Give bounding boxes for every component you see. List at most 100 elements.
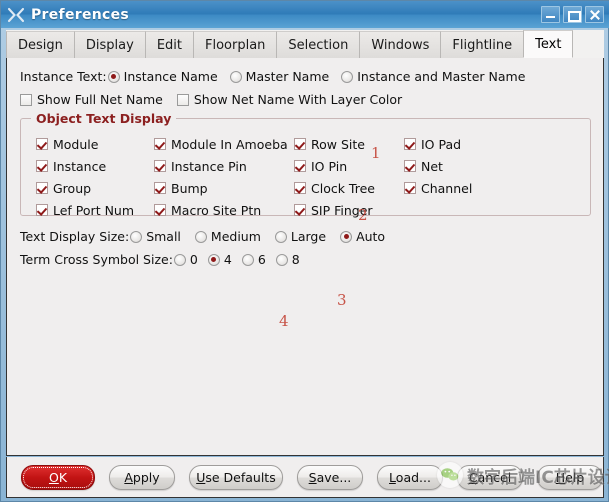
tab-display[interactable]: Display: [73, 31, 146, 58]
checkbox-label: Macro Site Ptn: [171, 202, 262, 218]
tab-edit[interactable]: Edit: [144, 31, 194, 58]
tab-flightline[interactable]: Flightline: [440, 31, 525, 58]
text-display-size-radio-large[interactable]: [274, 230, 287, 243]
text-display-size-radio-small[interactable]: [130, 230, 143, 243]
button-label: Help: [555, 469, 585, 485]
checkbox-box[interactable]: [154, 160, 166, 172]
checkbox-box[interactable]: [294, 204, 306, 216]
checkbox-show-net-name-with-layer-color[interactable]: Show Net Name With Layer Color: [176, 92, 402, 107]
checkbox-io-pin[interactable]: IO Pin: [294, 155, 404, 177]
checkbox-box[interactable]: [36, 160, 48, 172]
tab-text[interactable]: Text: [523, 30, 574, 58]
checkbox-module-in-amoeba[interactable]: Module In Amoeba: [154, 133, 294, 155]
load-button[interactable]: Load...: [377, 464, 443, 490]
instance-text-label-master-name: Master Name: [245, 69, 330, 84]
ok-button[interactable]: OK: [21, 464, 95, 490]
title-bar[interactable]: Preferences: [1, 1, 609, 28]
preferences-window: Preferences Design Display Edit Floorplan Se…: [0, 0, 609, 502]
instance-text-radio-master-name[interactable]: [229, 70, 242, 83]
checkbox-sip-finger[interactable]: SIP Finger: [294, 199, 404, 221]
checkbox-box[interactable]: [294, 138, 306, 150]
term-cross-symbol-size-label-8: 8: [291, 252, 300, 267]
checkbox-channel[interactable]: Channel: [404, 177, 590, 199]
checkbox-box[interactable]: [404, 160, 416, 172]
close-button[interactable]: [585, 6, 604, 23]
button-label: Apply: [124, 469, 160, 485]
tab-windows[interactable]: Windows: [359, 31, 442, 58]
checkbox-box[interactable]: [36, 204, 48, 216]
text-display-size-radio-auto[interactable]: [340, 230, 353, 243]
text-display-size-row: Text Display Size: Small Medium Large Auto …: [7, 226, 603, 309]
checkbox-label: Lef Port Num: [53, 202, 135, 218]
button-label: Load...: [389, 469, 431, 485]
checkbox-label: Row Site: [311, 136, 365, 152]
instance-text-radio-instance-name[interactable]: [107, 70, 120, 83]
checkbox-clock-tree[interactable]: Clock Tree: [294, 177, 404, 199]
checkbox-label: Clock Tree: [311, 180, 375, 196]
button-label: OK: [48, 469, 68, 485]
checkbox-box[interactable]: [176, 93, 189, 106]
instance-text-row: Instance Text: Instance Name Master Name I…: [7, 66, 603, 87]
instance-text-radio-instance-and-master-name[interactable]: [341, 70, 354, 83]
checkbox-box[interactable]: [404, 138, 416, 150]
instance-text-label: Instance Text:: [20, 69, 107, 84]
object-text-display-grid: Module Module In Amoeba Row Site IO Pad Inst…: [21, 133, 590, 221]
checkbox-box[interactable]: [36, 138, 48, 150]
checkbox-label: Instance: [53, 158, 107, 174]
checkbox-box[interactable]: [294, 160, 306, 172]
use-defaults-button[interactable]: Use Defaults: [189, 464, 283, 490]
checkbox-io-pad[interactable]: IO Pad: [404, 133, 590, 155]
checkbox-show-full-net-name[interactable]: Show Full Net Name: [20, 92, 163, 107]
button-label: Use Defaults: [196, 469, 276, 485]
checkbox-box[interactable]: [154, 182, 166, 194]
checkbox-macro-site-ptn[interactable]: Macro Site Ptn: [154, 199, 294, 221]
checkbox-box[interactable]: [294, 182, 306, 194]
term-cross-symbol-size-label-0: 0: [189, 252, 198, 267]
checkbox-module[interactable]: Module: [36, 133, 154, 155]
button-label: Cancel: [468, 469, 512, 485]
checkbox-box[interactable]: [154, 204, 166, 216]
instance-text-label-instance-and-master-name: Instance and Master Name: [357, 69, 526, 84]
text-display-size-label-large: Large: [290, 229, 327, 244]
checkbox-net[interactable]: Net: [404, 155, 590, 177]
term-cross-symbol-size-radio-4[interactable]: [207, 253, 220, 266]
tab-design[interactable]: Design: [6, 31, 75, 58]
checkbox-bump[interactable]: Bump: [154, 177, 294, 199]
checkbox-label: Bump: [171, 180, 208, 196]
cancel-button[interactable]: Cancel: [457, 464, 523, 490]
minimize-button[interactable]: [541, 6, 560, 23]
save-button[interactable]: Save...: [296, 464, 363, 490]
instance-text-label-instance-name: Instance Name: [123, 69, 218, 84]
checkbox-instance-pin[interactable]: Instance Pin: [154, 155, 294, 177]
checkbox-box[interactable]: [404, 182, 416, 194]
term-cross-symbol-size-radio-6[interactable]: [241, 253, 254, 266]
dialog-button-bar: OK Apply Use Defaults Save... Load... Cancel H…: [6, 457, 604, 498]
text-display-size-label-medium: Medium: [210, 229, 261, 244]
term-cross-symbol-size-radio-8[interactable]: [275, 253, 288, 266]
checkbox-box[interactable]: [36, 182, 48, 194]
term-cross-symbol-size-label-6: 6: [257, 252, 266, 267]
checkbox-box[interactable]: [20, 93, 32, 106]
text-display-size-label: Text Display Size:: [20, 229, 130, 244]
annotation-2: 2: [358, 206, 368, 224]
checkbox-box[interactable]: [154, 138, 166, 150]
checkbox-label: Net: [421, 158, 443, 174]
checkbox-lef-port-num[interactable]: Lef Port Num: [36, 199, 154, 221]
help-button[interactable]: Help: [537, 464, 603, 490]
checkbox-label: Group: [53, 180, 92, 196]
term-cross-symbol-size-radio-0[interactable]: [173, 253, 186, 266]
checkbox-label: Instance Pin: [171, 158, 247, 174]
checkbox-group[interactable]: Group: [36, 177, 154, 199]
checkbox-row-site[interactable]: Row Site: [294, 133, 404, 155]
text-display-size-radio-medium[interactable]: [194, 230, 207, 243]
maximize-button[interactable]: [563, 6, 582, 23]
tab-floorplan[interactable]: Floorplan: [193, 31, 278, 58]
text-display-size-label-small: Small: [146, 229, 181, 244]
button-label: Save...: [308, 469, 352, 485]
apply-button[interactable]: Apply: [109, 464, 175, 490]
checkbox-instance[interactable]: Instance: [36, 155, 154, 177]
group-title: Object Text Display: [31, 111, 177, 126]
x11-logo-icon: [7, 6, 25, 24]
tab-selection[interactable]: Selection: [276, 31, 361, 58]
annotation-4: 4: [279, 312, 289, 330]
